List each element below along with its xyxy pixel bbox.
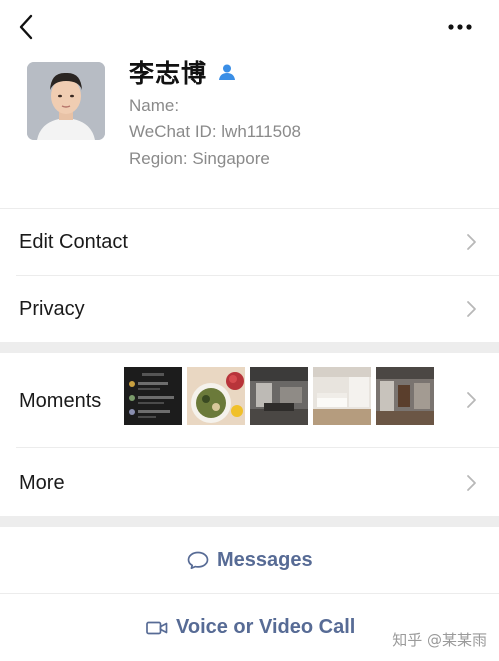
watermark: 知乎 @某某雨 [392,631,487,649]
contact-person-icon [217,62,237,82]
chevron-right-icon [467,475,476,491]
back-button[interactable] [14,12,40,42]
ellipsis-icon [448,24,472,30]
profile-header: 李志博 Name: WeChat ID: lwh111508 Region: S… [0,52,499,208]
wechat-id-line: WeChat ID: lwh111508 [129,122,301,141]
moments-label: Moments [19,390,102,412]
moments-row[interactable]: Moments [0,353,499,447]
messages-label: Messages [217,548,313,571]
chevron-right-icon [467,392,476,408]
contact-name: 李志博 [129,59,208,88]
section-gap [0,342,499,353]
privacy-label: Privacy [19,298,85,320]
moments-thumbnail [187,367,245,425]
video-camera-icon [146,621,168,634]
avatar[interactable] [27,62,105,140]
remark-name-line: Name: [129,96,180,115]
voice-video-call-button[interactable]: Voice or Video Call [0,594,499,661]
messages-button[interactable]: Messages [0,527,499,593]
chat-bubble-icon [187,551,209,570]
more-options-button[interactable] [445,16,479,38]
edit-contact-row[interactable]: Edit Contact [0,209,499,275]
more-label: More [19,472,65,494]
chevron-left-icon [19,14,33,40]
moments-thumbnail [376,367,434,425]
moments-thumbnails [124,367,444,425]
moments-thumbnail [124,367,182,425]
section-gap [0,516,499,527]
moments-thumbnail [313,367,371,425]
chevron-right-icon [467,301,476,317]
chevron-right-icon [467,234,476,250]
moments-thumbnail [250,367,308,425]
edit-contact-label: Edit Contact [19,231,128,253]
top-bar [0,0,499,52]
region-line: Region: Singapore [129,149,270,168]
voice-video-call-label: Voice or Video Call [176,616,356,638]
more-row[interactable]: More [0,448,499,516]
privacy-row[interactable]: Privacy [0,276,499,342]
